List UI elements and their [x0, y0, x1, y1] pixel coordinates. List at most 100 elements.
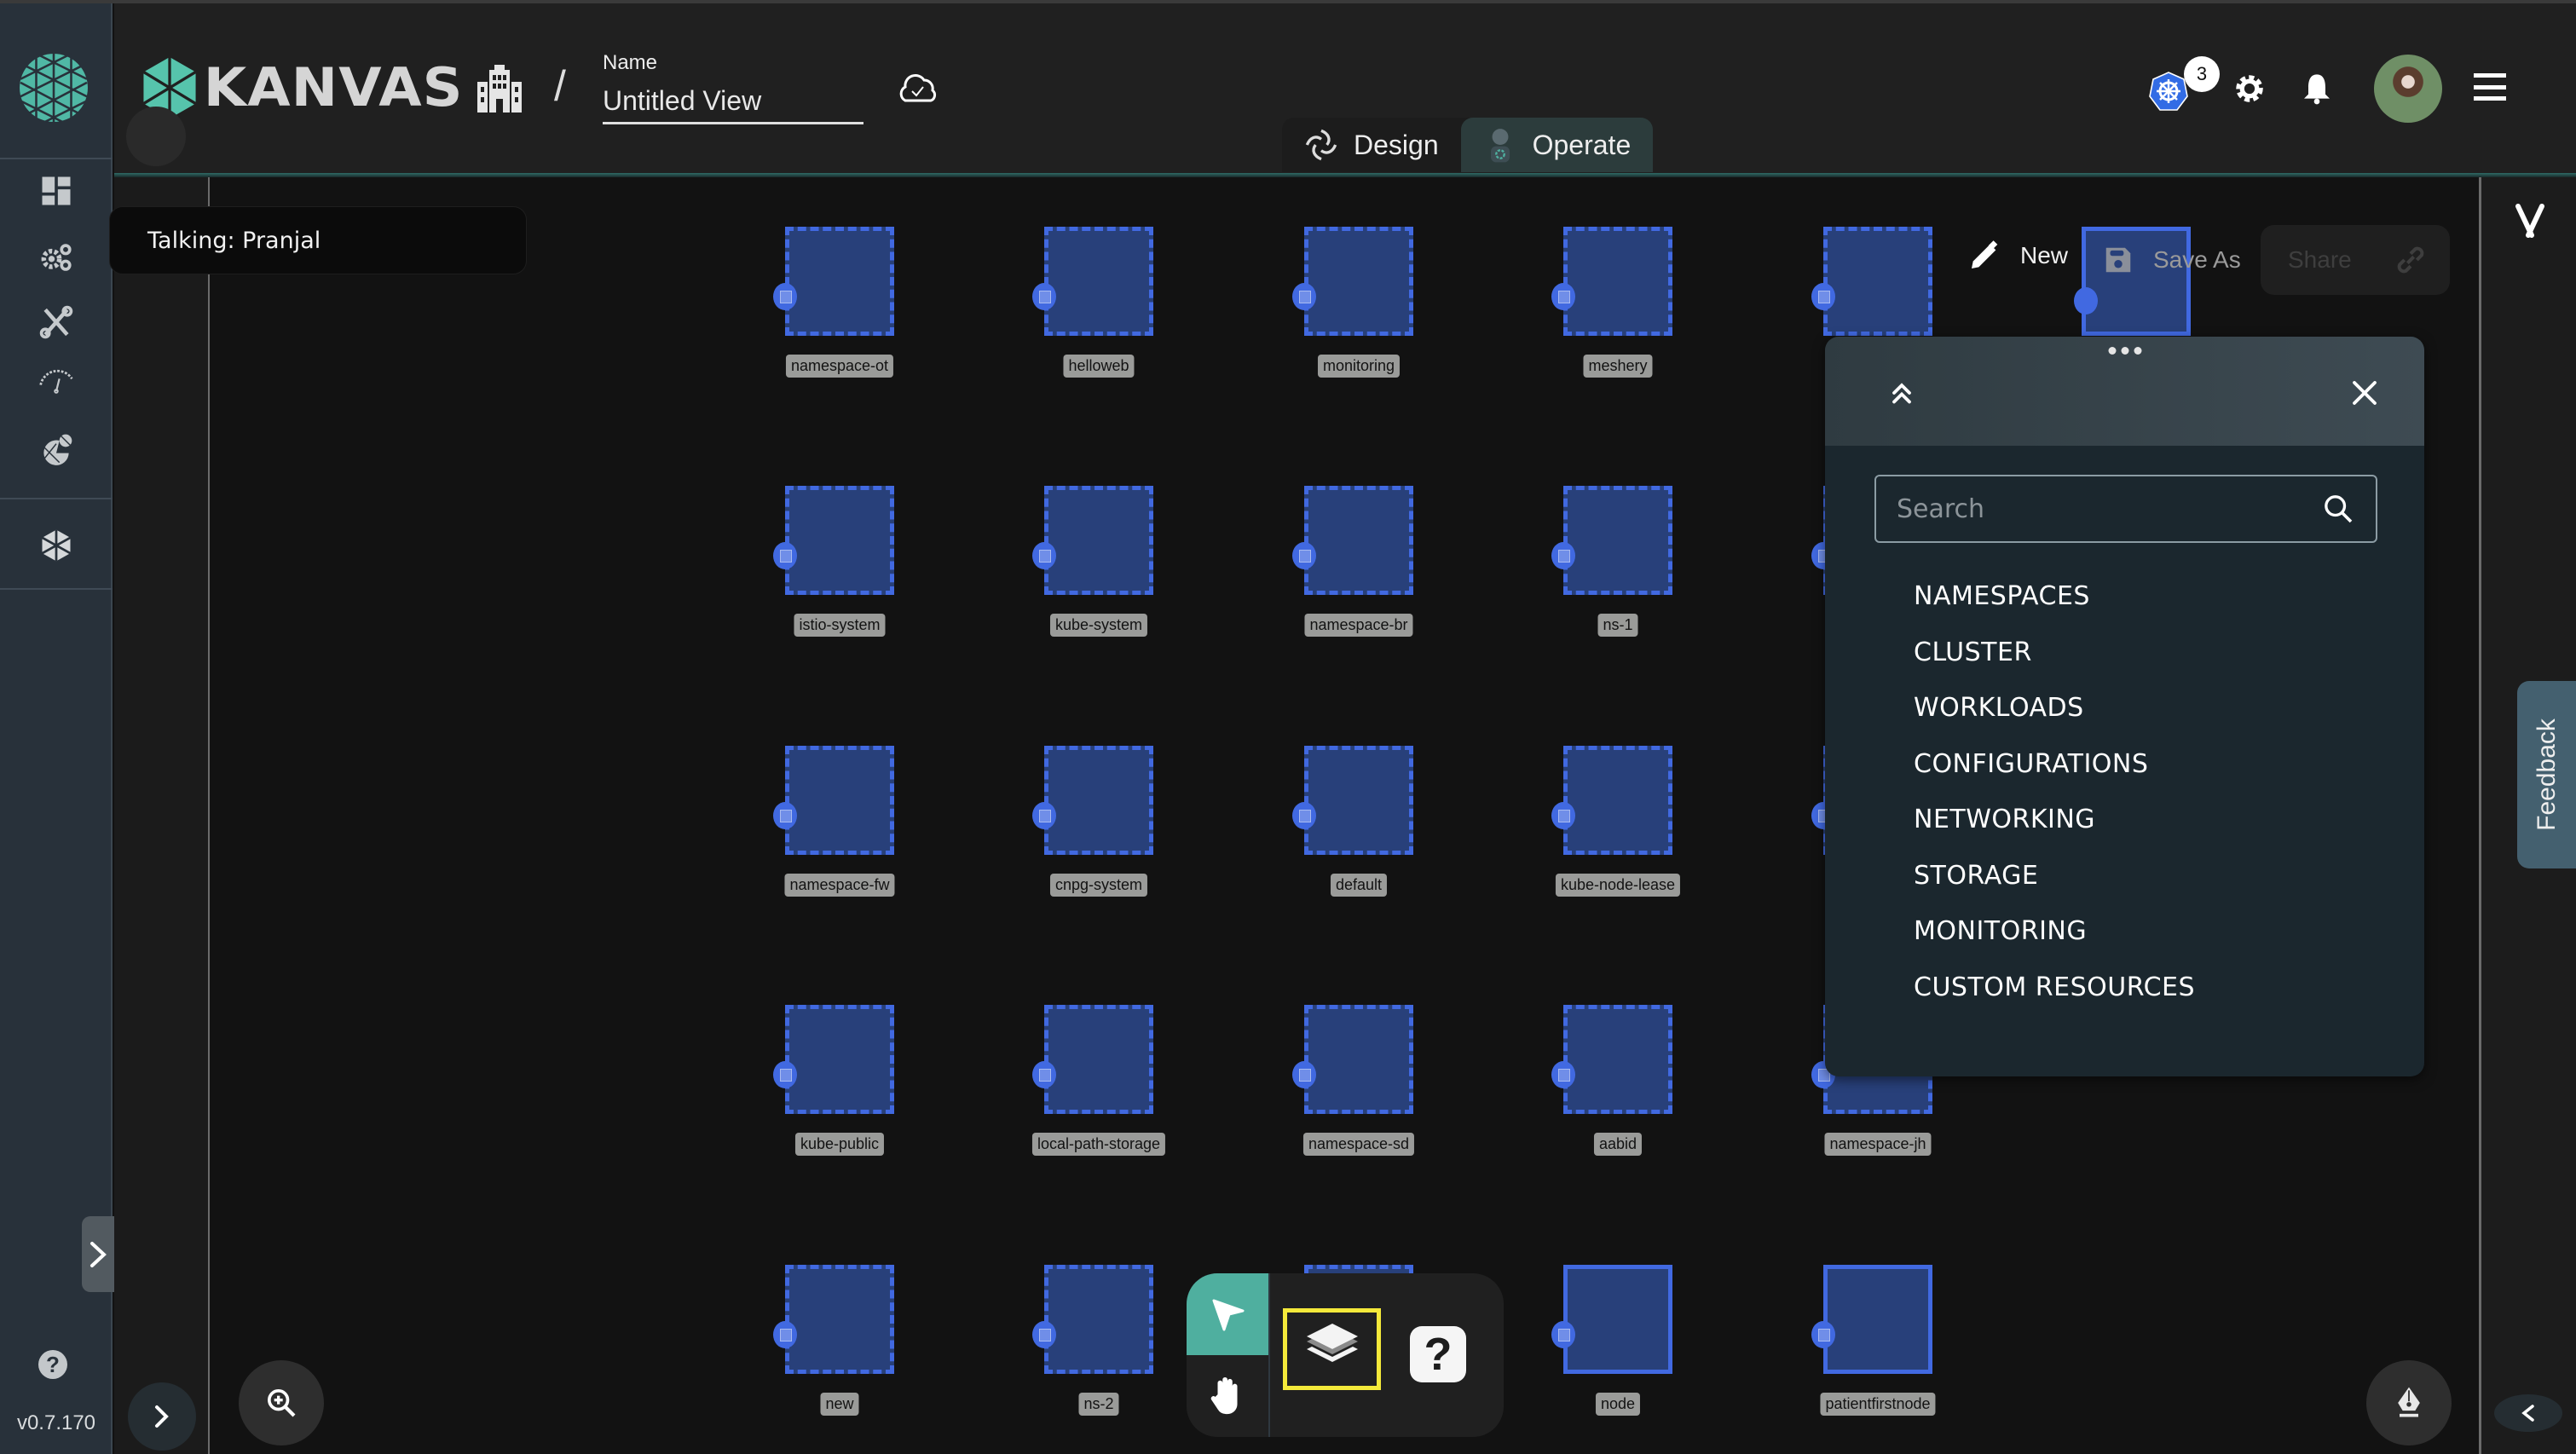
pan-tool-button[interactable] — [1187, 1355, 1268, 1437]
node-port[interactable] — [1292, 1061, 1316, 1088]
search-icon[interactable] — [2321, 492, 2355, 526]
node-port[interactable] — [1292, 802, 1316, 829]
node-shape — [1304, 746, 1413, 855]
save-as-button[interactable]: Save As — [2102, 244, 2241, 276]
node-port[interactable] — [773, 542, 797, 569]
node-port[interactable] — [1551, 283, 1575, 310]
node-port[interactable] — [1292, 283, 1316, 310]
node-port[interactable] — [1551, 802, 1575, 829]
node-port[interactable] — [1032, 802, 1056, 829]
namespace-node[interactable]: namespace-br — [1292, 486, 1413, 637]
node-port[interactable] — [1811, 283, 1835, 310]
hamburger-menu-button[interactable] — [2474, 73, 2506, 101]
tab-design[interactable]: Design — [1282, 118, 1461, 172]
sidebar-expand-button[interactable] — [82, 1216, 114, 1292]
feedback-button[interactable]: Feedback — [2517, 681, 2576, 868]
double-chevron-up-icon[interactable] — [1886, 378, 1917, 408]
node-port[interactable] — [773, 1321, 797, 1348]
namespace-node[interactable]: node — [1551, 1265, 1672, 1416]
close-icon[interactable] — [2349, 378, 2380, 408]
namespace-node[interactable]: new — [773, 1265, 894, 1416]
node-port[interactable] — [1032, 283, 1056, 310]
layer5-logo-icon[interactable] — [2510, 201, 2550, 242]
category-item[interactable]: MONITORING — [1914, 903, 2195, 960]
help-button[interactable]: ? — [1410, 1326, 1466, 1382]
expand-panel-button[interactable] — [128, 1382, 196, 1451]
namespace-node[interactable]: patientfirstnode — [1811, 1265, 1936, 1416]
node-port[interactable] — [1551, 1321, 1575, 1348]
namespace-node[interactable]: aabid — [1551, 1005, 1672, 1156]
user-avatar[interactable] — [2374, 55, 2442, 123]
bell-icon — [2304, 74, 2330, 105]
sidebar-item-tools[interactable] — [31, 297, 82, 348]
category-item[interactable]: WORKLOADS — [1914, 680, 2195, 736]
view-name-input[interactable] — [603, 80, 863, 124]
annotation-pen-button[interactable] — [2366, 1360, 2452, 1445]
node-port[interactable] — [773, 1061, 797, 1088]
namespace-node[interactable]: kube-public — [773, 1005, 894, 1156]
namespace-node[interactable]: s — [1811, 227, 1932, 378]
notifications-button[interactable] — [2300, 58, 2337, 119]
new-button[interactable]: New — [1967, 239, 2068, 273]
collapse-right-rail-button[interactable] — [2494, 1394, 2562, 1432]
sidebar-item-settings[interactable] — [31, 232, 82, 283]
sidebar-item-dashboard[interactable] — [31, 165, 82, 216]
node-port[interactable] — [2074, 287, 2098, 314]
namespace-node[interactable]: istio-system — [773, 486, 894, 637]
meshery-logo-icon[interactable] — [19, 53, 89, 123]
settings-button[interactable] — [2232, 58, 2273, 119]
node-port[interactable] — [1551, 1061, 1575, 1088]
namespace-node[interactable]: monitoring — [1292, 227, 1413, 378]
namespace-node[interactable]: namespace-fw — [773, 746, 895, 897]
namespace-node[interactable]: ns-1 — [1551, 486, 1672, 637]
zoom-in-icon — [268, 1389, 296, 1417]
namespace-node[interactable]: ns-2 — [1032, 1265, 1153, 1416]
namespace-node[interactable]: kube-node-lease — [1551, 746, 1681, 897]
node-port[interactable] — [773, 283, 797, 310]
node-shape — [1563, 227, 1672, 336]
help-icon[interactable]: ? — [38, 1350, 67, 1379]
category-item[interactable]: CLUSTER — [1914, 625, 2195, 681]
kubernetes-contexts-button[interactable]: 3 — [2148, 56, 2220, 119]
sidebar-item-extension[interactable] — [31, 520, 82, 571]
search-input[interactable] — [1897, 493, 2321, 524]
node-port[interactable] — [1032, 1321, 1056, 1348]
namespace-node[interactable]: cnpg-system — [1032, 746, 1153, 897]
kanvas-brand[interactable]: KANVAS — [142, 56, 463, 118]
category-item[interactable]: NAMESPACES — [1914, 568, 2195, 625]
namespace-node[interactable]: local-path-storage — [1031, 1005, 1166, 1156]
tab-operate-label: Operate — [1532, 129, 1632, 160]
select-tool-button[interactable] — [1187, 1273, 1268, 1355]
category-item[interactable]: STORAGE — [1914, 848, 2195, 904]
menu-icon-bar — [2474, 73, 2506, 78]
namespace-node[interactable]: meshery — [1551, 227, 1672, 378]
zoom-in-button[interactable] — [239, 1360, 324, 1445]
category-item[interactable]: CUSTOM RESOURCES — [1914, 960, 2195, 1016]
sidebar-item-catalog[interactable] — [31, 424, 82, 476]
panel-header[interactable] — [1825, 337, 2424, 446]
namespace-node[interactable]: helloweb — [1032, 227, 1153, 378]
category-item[interactable]: CONFIGURATIONS — [1914, 736, 2195, 793]
organization-building-icon[interactable] — [474, 65, 525, 113]
cloud-saved-icon[interactable] — [895, 72, 939, 106]
sidebar-item-performance[interactable] — [31, 356, 82, 407]
node-port[interactable] — [1292, 542, 1316, 569]
tab-design-label: Design — [1354, 129, 1439, 160]
share-button[interactable]: Share — [2261, 225, 2450, 295]
participant-avatar-placeholder[interactable] — [126, 107, 186, 166]
node-shape — [785, 1005, 894, 1114]
namespace-node[interactable]: namespace-ot — [773, 227, 894, 378]
namespace-node[interactable]: default — [1292, 746, 1413, 897]
node-port[interactable] — [1032, 542, 1056, 569]
node-label: namespace-ot — [785, 355, 894, 378]
node-port[interactable] — [1811, 1321, 1835, 1348]
node-port[interactable] — [1551, 542, 1575, 569]
node-port[interactable] — [1032, 1061, 1056, 1088]
namespace-node[interactable]: namespace-sd — [1292, 1005, 1415, 1156]
layers-button[interactable] — [1283, 1308, 1381, 1390]
category-item[interactable]: NETWORKING — [1914, 792, 2195, 848]
namespace-node[interactable]: kube-system — [1032, 486, 1153, 637]
tab-operate[interactable]: Operate — [1460, 118, 1654, 172]
node-port[interactable] — [773, 802, 797, 829]
drag-handle-icon[interactable] — [2108, 347, 2141, 355]
